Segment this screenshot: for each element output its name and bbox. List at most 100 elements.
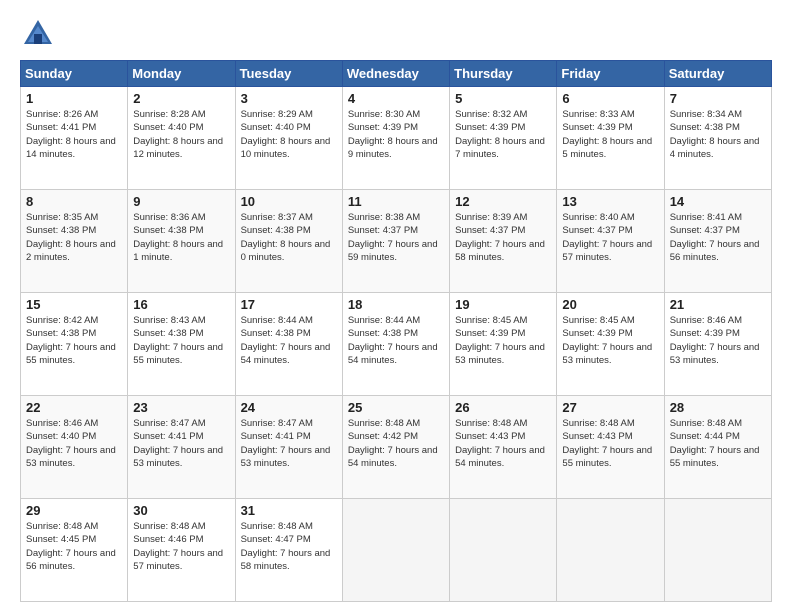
empty-cell (450, 499, 557, 602)
header (20, 16, 772, 52)
day-number: 17 (241, 297, 337, 312)
day-cell-15: 15Sunrise: 8:42 AM Sunset: 4:38 PM Dayli… (21, 293, 128, 396)
day-info: Sunrise: 8:48 AM Sunset: 4:43 PM Dayligh… (562, 417, 658, 470)
day-info: Sunrise: 8:48 AM Sunset: 4:42 PM Dayligh… (348, 417, 444, 470)
day-cell-19: 19 Sunrise: 8:45 AM Sunset: 4:39 PM Dayli… (450, 293, 557, 396)
empty-cell (342, 499, 449, 602)
day-number: 24 (241, 400, 337, 415)
day-cell-7: 7Sunrise: 8:34 AM Sunset: 4:38 PM Daylig… (664, 87, 771, 190)
week-row-3: 15Sunrise: 8:42 AM Sunset: 4:38 PM Dayli… (21, 293, 772, 396)
day-info: Sunrise: 8:33 AM Sunset: 4:39 PM Dayligh… (562, 108, 658, 161)
day-info: Sunrise: 8:32 AM Sunset: 4:39 PM Dayligh… (455, 108, 551, 161)
day-cell-8: 8 Sunrise: 8:35 AM Sunset: 4:38 PM Daylig… (21, 190, 128, 293)
day-info: Sunrise: 8:45 AM Sunset: 4:39 PM Dayligh… (562, 314, 658, 367)
day-info: Sunrise: 8:44 AM Sunset: 4:38 PM Dayligh… (241, 314, 337, 367)
day-number: 29 (26, 503, 122, 518)
day-info: Sunrise: 8:36 AM Sunset: 4:38 PM Dayligh… (133, 211, 229, 264)
day-number: 19 (455, 297, 551, 312)
day-info: Sunrise: 8:44 AM Sunset: 4:38 PM Dayligh… (348, 314, 444, 367)
day-number: 16 (133, 297, 229, 312)
weekday-header-wednesday: Wednesday (342, 61, 449, 87)
day-cell-13: 13 Sunrise: 8:40 AM Sunset: 4:37 PM Dayli… (557, 190, 664, 293)
day-cell-23: 23Sunrise: 8:47 AM Sunset: 4:41 PM Dayli… (128, 396, 235, 499)
calendar-body: 1 Sunrise: 8:26 AM Sunset: 4:41 PM Daylig… (21, 87, 772, 602)
day-number: 30 (133, 503, 229, 518)
day-number: 9 (133, 194, 229, 209)
page: SundayMondayTuesdayWednesdayThursdayFrid… (0, 0, 792, 612)
weekday-header-friday: Friday (557, 61, 664, 87)
day-info: Sunrise: 8:42 AM Sunset: 4:38 PM Dayligh… (26, 314, 122, 367)
day-info: Sunrise: 8:47 AM Sunset: 4:41 PM Dayligh… (241, 417, 337, 470)
day-cell-29: 29 Sunrise: 8:48 AM Sunset: 4:45 PM Dayli… (21, 499, 128, 602)
day-cell-27: 27Sunrise: 8:48 AM Sunset: 4:43 PM Dayli… (557, 396, 664, 499)
day-cell-28: 28Sunrise: 8:48 AM Sunset: 4:44 PM Dayli… (664, 396, 771, 499)
day-cell-9: 9 Sunrise: 8:36 AM Sunset: 4:38 PM Daylig… (128, 190, 235, 293)
day-number: 6 (562, 91, 658, 106)
day-number: 12 (455, 194, 551, 209)
day-number: 8 (26, 194, 122, 209)
empty-cell (557, 499, 664, 602)
day-number: 18 (348, 297, 444, 312)
weekday-header-monday: Monday (128, 61, 235, 87)
day-number: 1 (26, 91, 122, 106)
day-info: Sunrise: 8:48 AM Sunset: 4:47 PM Dayligh… (241, 520, 337, 573)
day-info: Sunrise: 8:48 AM Sunset: 4:45 PM Dayligh… (26, 520, 122, 573)
day-cell-30: 30 Sunrise: 8:48 AM Sunset: 4:46 PM Dayli… (128, 499, 235, 602)
day-number: 31 (241, 503, 337, 518)
weekday-header-tuesday: Tuesday (235, 61, 342, 87)
day-cell-31: 31 Sunrise: 8:48 AM Sunset: 4:47 PM Dayli… (235, 499, 342, 602)
day-cell-5: 5Sunrise: 8:32 AM Sunset: 4:39 PM Daylig… (450, 87, 557, 190)
day-cell-4: 4Sunrise: 8:30 AM Sunset: 4:39 PM Daylig… (342, 87, 449, 190)
day-number: 11 (348, 194, 444, 209)
day-cell-17: 17 Sunrise: 8:44 AM Sunset: 4:38 PM Dayli… (235, 293, 342, 396)
day-cell-1: 1 Sunrise: 8:26 AM Sunset: 4:41 PM Daylig… (21, 87, 128, 190)
day-info: Sunrise: 8:47 AM Sunset: 4:41 PM Dayligh… (133, 417, 229, 470)
day-number: 13 (562, 194, 658, 209)
day-number: 22 (26, 400, 122, 415)
day-info: Sunrise: 8:48 AM Sunset: 4:44 PM Dayligh… (670, 417, 766, 470)
day-cell-11: 11Sunrise: 8:38 AM Sunset: 4:37 PM Dayli… (342, 190, 449, 293)
week-row-1: 1 Sunrise: 8:26 AM Sunset: 4:41 PM Daylig… (21, 87, 772, 190)
day-cell-21: 21Sunrise: 8:46 AM Sunset: 4:39 PM Dayli… (664, 293, 771, 396)
day-number: 25 (348, 400, 444, 415)
day-number: 2 (133, 91, 229, 106)
day-info: Sunrise: 8:48 AM Sunset: 4:43 PM Dayligh… (455, 417, 551, 470)
day-info: Sunrise: 8:46 AM Sunset: 4:40 PM Dayligh… (26, 417, 122, 470)
day-cell-24: 24 Sunrise: 8:47 AM Sunset: 4:41 PM Dayli… (235, 396, 342, 499)
day-cell-16: 16Sunrise: 8:43 AM Sunset: 4:38 PM Dayli… (128, 293, 235, 396)
logo-icon (20, 16, 56, 52)
day-number: 26 (455, 400, 551, 415)
day-cell-26: 26 Sunrise: 8:48 AM Sunset: 4:43 PM Dayli… (450, 396, 557, 499)
day-number: 21 (670, 297, 766, 312)
calendar-table: SundayMondayTuesdayWednesdayThursdayFrid… (20, 60, 772, 602)
day-info: Sunrise: 8:30 AM Sunset: 4:39 PM Dayligh… (348, 108, 444, 161)
week-row-5: 29 Sunrise: 8:48 AM Sunset: 4:45 PM Dayli… (21, 499, 772, 602)
day-info: Sunrise: 8:39 AM Sunset: 4:37 PM Dayligh… (455, 211, 551, 264)
day-number: 3 (241, 91, 337, 106)
day-cell-14: 14Sunrise: 8:41 AM Sunset: 4:37 PM Dayli… (664, 190, 771, 293)
logo (20, 16, 62, 52)
calendar-header: SundayMondayTuesdayWednesdayThursdayFrid… (21, 61, 772, 87)
day-number: 7 (670, 91, 766, 106)
day-cell-18: 18 Sunrise: 8:44 AM Sunset: 4:38 PM Dayli… (342, 293, 449, 396)
day-info: Sunrise: 8:29 AM Sunset: 4:40 PM Dayligh… (241, 108, 337, 161)
day-number: 20 (562, 297, 658, 312)
day-info: Sunrise: 8:37 AM Sunset: 4:38 PM Dayligh… (241, 211, 337, 264)
weekday-header-saturday: Saturday (664, 61, 771, 87)
day-info: Sunrise: 8:28 AM Sunset: 4:40 PM Dayligh… (133, 108, 229, 161)
day-info: Sunrise: 8:45 AM Sunset: 4:39 PM Dayligh… (455, 314, 551, 367)
day-cell-25: 25 Sunrise: 8:48 AM Sunset: 4:42 PM Dayli… (342, 396, 449, 499)
day-info: Sunrise: 8:48 AM Sunset: 4:46 PM Dayligh… (133, 520, 229, 573)
day-info: Sunrise: 8:35 AM Sunset: 4:38 PM Dayligh… (26, 211, 122, 264)
day-cell-3: 3 Sunrise: 8:29 AM Sunset: 4:40 PM Daylig… (235, 87, 342, 190)
day-info: Sunrise: 8:26 AM Sunset: 4:41 PM Dayligh… (26, 108, 122, 161)
day-info: Sunrise: 8:41 AM Sunset: 4:37 PM Dayligh… (670, 211, 766, 264)
day-cell-6: 6 Sunrise: 8:33 AM Sunset: 4:39 PM Daylig… (557, 87, 664, 190)
day-cell-22: 22 Sunrise: 8:46 AM Sunset: 4:40 PM Dayli… (21, 396, 128, 499)
weekday-header-thursday: Thursday (450, 61, 557, 87)
day-cell-12: 12 Sunrise: 8:39 AM Sunset: 4:37 PM Dayli… (450, 190, 557, 293)
empty-cell (664, 499, 771, 602)
week-row-2: 8 Sunrise: 8:35 AM Sunset: 4:38 PM Daylig… (21, 190, 772, 293)
week-row-4: 22 Sunrise: 8:46 AM Sunset: 4:40 PM Dayli… (21, 396, 772, 499)
day-info: Sunrise: 8:40 AM Sunset: 4:37 PM Dayligh… (562, 211, 658, 264)
